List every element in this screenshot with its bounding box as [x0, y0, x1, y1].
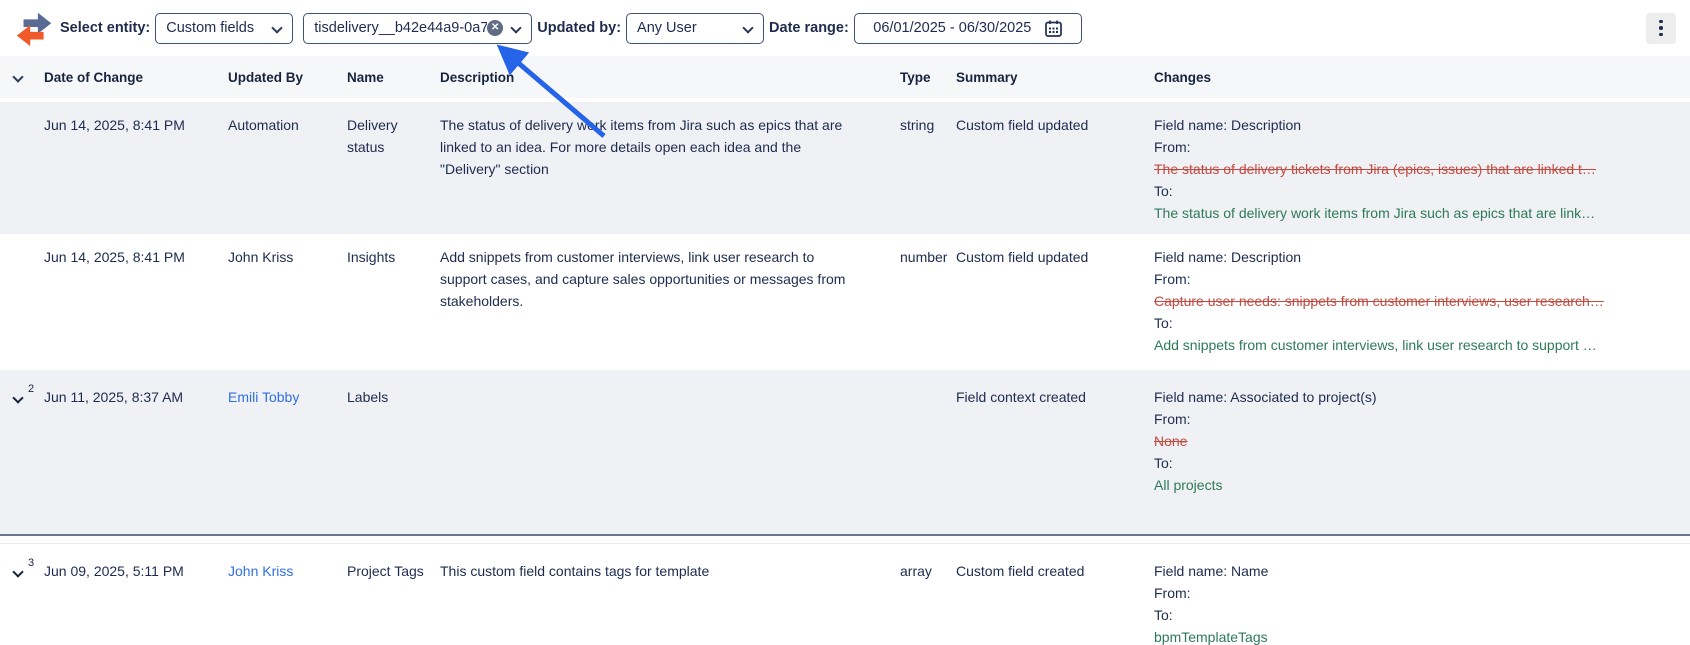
change-to-label: To:: [1154, 604, 1674, 626]
cell-type: [900, 386, 956, 524]
cell-summary: Custom field updated: [956, 114, 1154, 224]
cell-date: Jun 14, 2025, 8:41 PM: [44, 246, 228, 360]
row-expander[interactable]: 3: [0, 560, 44, 582]
entity-type-select[interactable]: Custom fields: [155, 13, 293, 44]
chevron-down-icon: [743, 23, 753, 33]
app-logo-arrows-icon: [14, 7, 56, 49]
change-to-value: All projects: [1154, 474, 1674, 496]
header-changes: Changes: [1154, 70, 1690, 85]
cell-description: [440, 386, 900, 524]
table-header: Date of Change Updated By Name Descripti…: [0, 56, 1690, 98]
change-field-name: Field name: Description: [1154, 246, 1674, 268]
cell-updated-by-link[interactable]: John Kriss: [228, 560, 347, 645]
clear-selection-icon[interactable]: ✕: [487, 20, 503, 36]
change-to-label: To:: [1154, 312, 1674, 334]
date-range-input[interactable]: 06/01/2025 - 06/30/2025: [854, 13, 1082, 44]
header-name: Name: [347, 70, 440, 85]
cell-updated-by: Automation: [228, 114, 347, 224]
chevron-down-icon: [272, 23, 282, 33]
table-row: Jun 14, 2025, 8:41 PM John Kriss Insight…: [0, 234, 1690, 370]
cell-name: Insights: [347, 246, 440, 360]
header-date-of-change: Date of Change: [44, 70, 228, 85]
header-summary: Summary: [956, 70, 1154, 85]
cell-description: This custom field contains tags for temp…: [440, 560, 900, 645]
cell-date: Jun 11, 2025, 8:37 AM: [44, 386, 228, 524]
cell-name: Project Tags: [347, 560, 440, 645]
change-from-value: None: [1154, 430, 1674, 452]
group-count-badge: 2: [28, 378, 34, 400]
cell-changes: Field name: Associated to project(s) Fro…: [1154, 386, 1690, 524]
cell-date: Jun 14, 2025, 8:41 PM: [44, 114, 228, 224]
change-from-label: From:: [1154, 268, 1674, 290]
cell-description: The status of delivery work items from J…: [440, 114, 900, 224]
cell-type: array: [900, 560, 956, 645]
cell-date: Jun 09, 2025, 5:11 PM: [44, 560, 228, 645]
cell-type: number: [900, 246, 956, 360]
change-to-value: Add snippets from customer interviews, l…: [1154, 334, 1674, 356]
select-entity-label: Select entity:: [60, 20, 150, 36]
entity-type-value: Custom fields: [166, 20, 254, 36]
change-field-name: Field name: Associated to project(s): [1154, 386, 1674, 408]
updated-by-select[interactable]: Any User: [626, 13, 764, 44]
change-from-label: From:: [1154, 582, 1674, 604]
entity-instance-value: tisdelivery__b42e44a9-0a7…: [314, 20, 487, 36]
entity-instance-select[interactable]: tisdelivery__b42e44a9-0a7… ✕: [303, 13, 532, 44]
cell-changes: Field name: Description From: The status…: [1154, 114, 1690, 224]
collapse-all-icon[interactable]: [13, 72, 23, 82]
cell-description: Add snippets from customer interviews, l…: [440, 246, 900, 360]
table-row: Jun 14, 2025, 8:41 PM Automation Deliver…: [0, 102, 1690, 234]
header-description: Description: [440, 70, 900, 85]
change-to-value: The status of delivery work items from J…: [1154, 202, 1674, 224]
group-count-badge: 3: [28, 552, 34, 574]
change-to-label: To:: [1154, 180, 1674, 202]
chevron-down-icon[interactable]: [13, 567, 23, 577]
header-updated-by: Updated By: [228, 70, 347, 85]
cell-name: Delivery status: [347, 114, 440, 224]
change-field-name: Field name: Name: [1154, 560, 1674, 582]
chevron-down-icon[interactable]: [511, 23, 521, 33]
updated-by-label: Updated by:: [537, 20, 621, 36]
change-from-label: From:: [1154, 408, 1674, 430]
date-range-value: 06/01/2025 - 06/30/2025: [873, 20, 1031, 36]
change-to-value: bpmTemplateTags: [1154, 626, 1674, 645]
filter-toolbar: Select entity: Custom fields tisdelivery…: [0, 0, 1690, 56]
change-from-value: Capture user needs: snippets from custom…: [1154, 290, 1674, 312]
more-actions-button[interactable]: [1646, 13, 1676, 44]
row-expander[interactable]: 2: [0, 386, 44, 408]
cell-type: string: [900, 114, 956, 224]
audit-log-page: Select entity: Custom fields tisdelivery…: [0, 0, 1690, 645]
change-to-label: To:: [1154, 452, 1674, 474]
cell-summary: Field context created: [956, 386, 1154, 524]
table-row-group: 3 Jun 09, 2025, 5:11 PM John Kriss Proje…: [0, 543, 1690, 645]
cell-name: Labels: [347, 386, 440, 524]
chevron-down-icon[interactable]: [13, 393, 23, 403]
cell-summary: Custom field created: [956, 560, 1154, 645]
header-type: Type: [900, 70, 956, 85]
table-row-group: 2 Jun 11, 2025, 8:37 AM Emili Tobby Labe…: [0, 370, 1690, 536]
change-field-name: Field name: Description: [1154, 114, 1674, 136]
cell-changes: Field name: Description From: Capture us…: [1154, 246, 1690, 360]
cell-updated-by-link[interactable]: Emili Tobby: [228, 386, 347, 524]
change-from-label: From:: [1154, 136, 1674, 158]
cell-updated-by: John Kriss: [228, 246, 347, 360]
updated-by-value: Any User: [637, 20, 697, 36]
calendar-icon: [1045, 20, 1062, 37]
change-from-value: The status of delivery tickets from Jira…: [1154, 158, 1674, 180]
date-range-label: Date range:: [769, 20, 849, 36]
cell-summary: Custom field updated: [956, 246, 1154, 360]
cell-changes: Field name: Name From: To: bpmTemplateTa…: [1154, 560, 1690, 645]
